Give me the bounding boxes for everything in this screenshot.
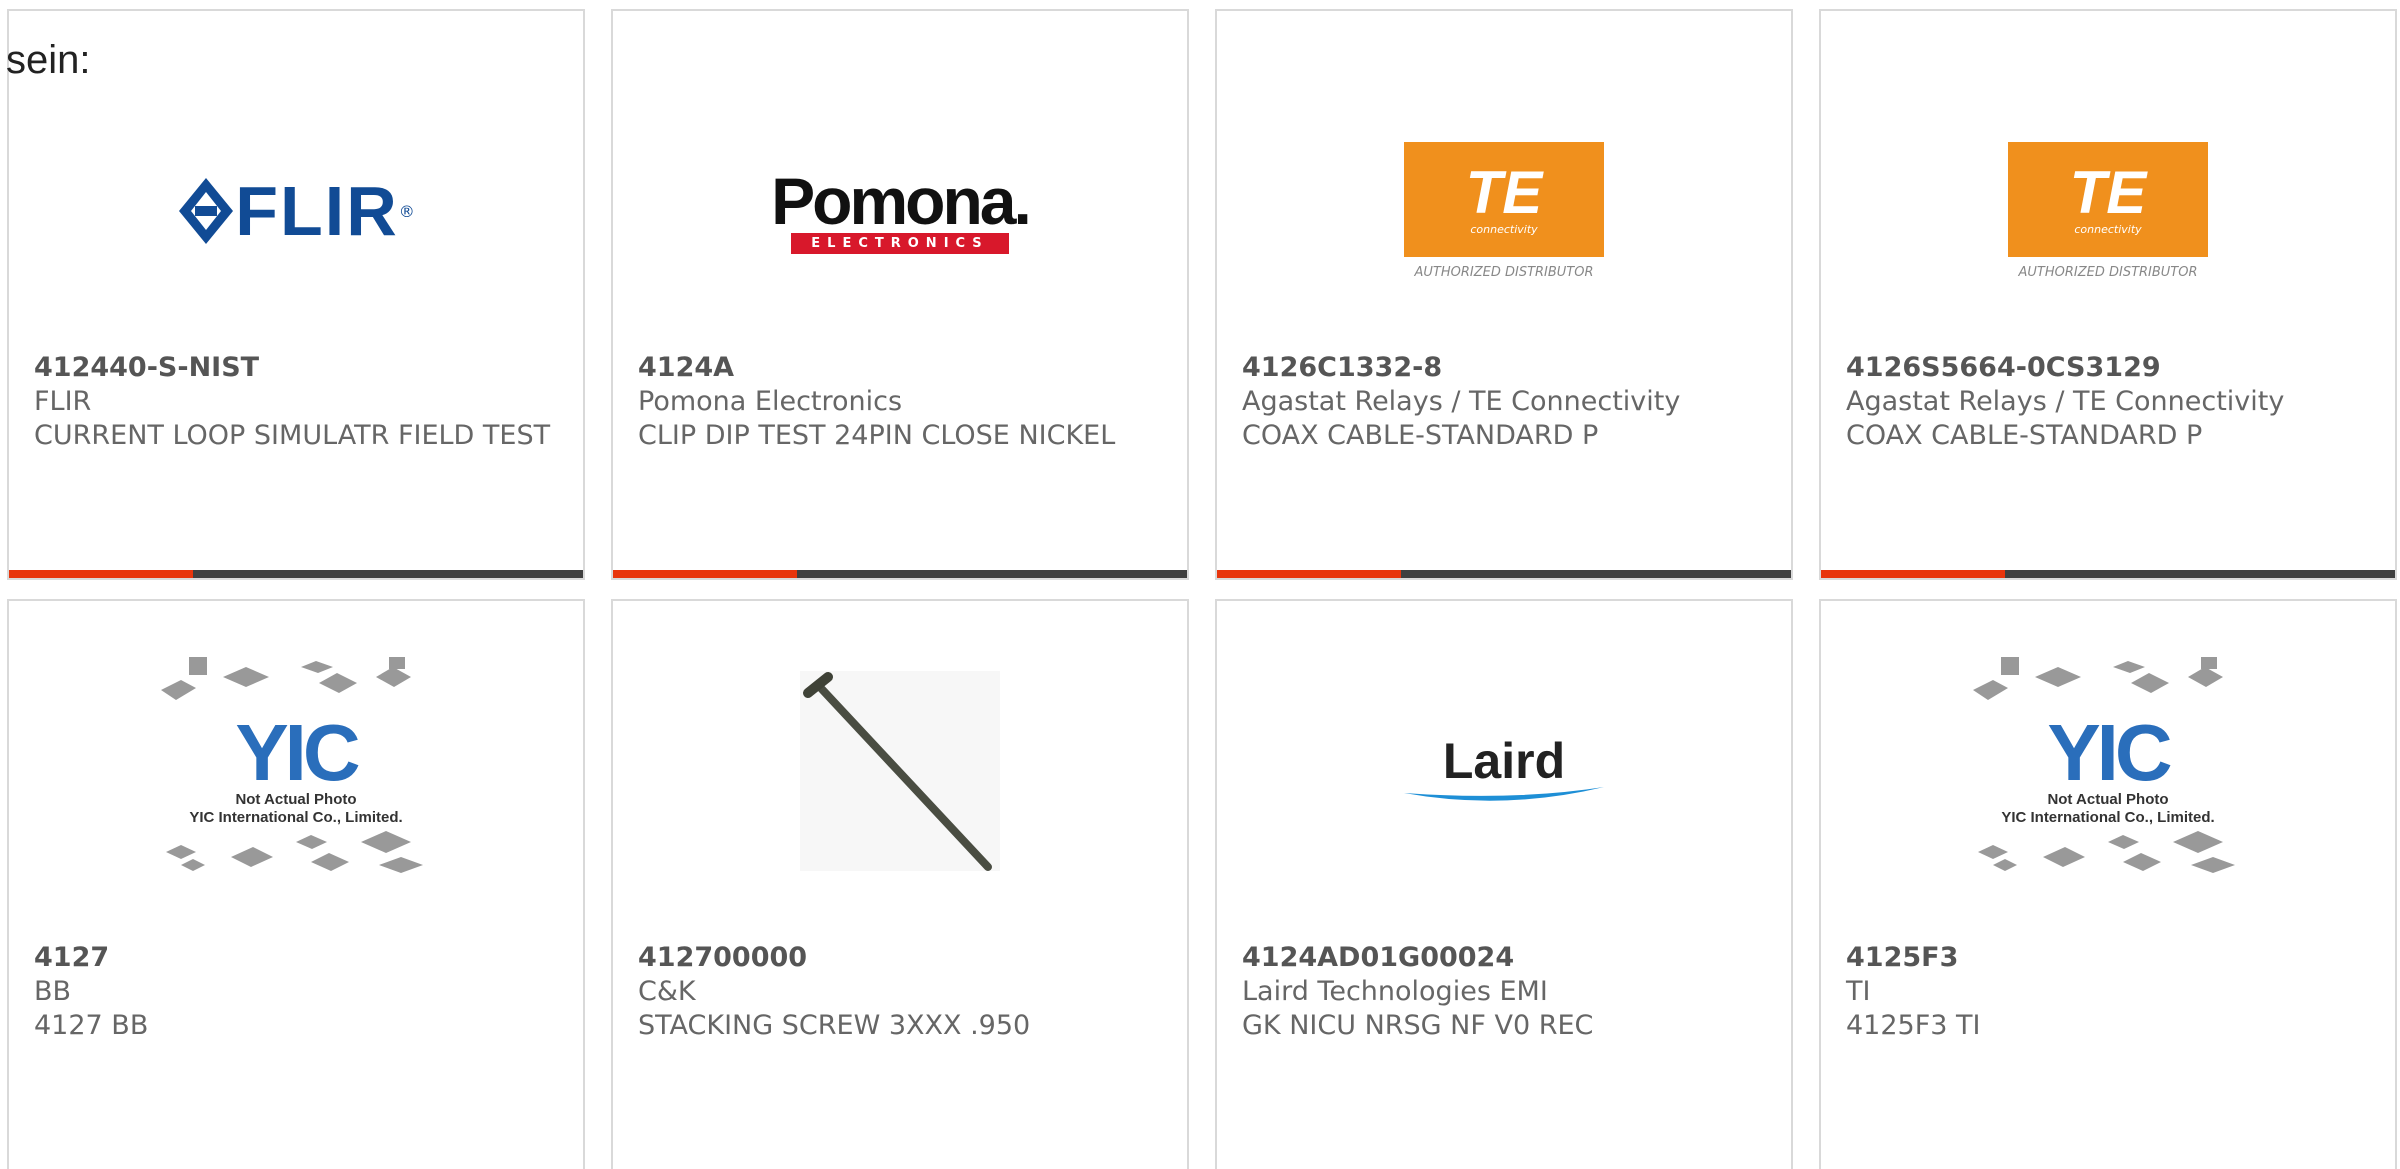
part-number-link[interactable]: 412700000	[638, 941, 1167, 975]
product-image[interactable]: FLIR ®	[9, 11, 583, 381]
description: STACKING SCREW 3XXX .950	[638, 1010, 1031, 1041]
pomona-logo-text: Pomona.	[771, 163, 1032, 238]
manufacturer: FLIR	[34, 386, 92, 417]
laird-logo: Laird	[1404, 733, 1604, 805]
chips-bottom-icon	[166, 831, 423, 873]
manufacturer: Agastat Relays / TE Connectivity	[1846, 386, 2285, 417]
description: COAX CABLE-STANDARD P	[1242, 420, 1599, 451]
card-accent-bar	[9, 570, 583, 578]
te-logo: TE connectivity AUTHORIZED DISTRIBUTOR	[1404, 142, 1604, 280]
te-logo-caption: AUTHORIZED DISTRIBUTOR	[2018, 265, 2198, 280]
flir-diamond-icon	[179, 178, 234, 244]
part-number-link[interactable]: 4126C1332-8	[1242, 351, 1771, 385]
te-logo: TE connectivity AUTHORIZED DISTRIBUTOR	[2008, 142, 2208, 280]
te-logo-subtext: connectivity	[1470, 223, 1538, 236]
description: GK NICU NRSG NF V0 REC	[1242, 1010, 1594, 1041]
product-card[interactable]: FLIR ® 412440-S-NIST FLIR CURRENT LOOP S…	[7, 9, 585, 580]
yic-logo-text: YIC	[235, 708, 360, 797]
product-image[interactable]: TE connectivity AUTHORIZED DISTRIBUTOR	[1217, 11, 1791, 381]
te-logo-text: TE	[2069, 159, 2147, 226]
yic-note-line2: YIC International Co., Limited.	[189, 809, 403, 826]
part-number-link[interactable]: 4125F3	[1846, 941, 2375, 975]
part-number-link[interactable]: 4124AD01G00024	[1242, 941, 1771, 975]
product-image[interactable]: Pomona. ELECTRONICS	[613, 11, 1187, 381]
pomona-logo: Pomona. ELECTRONICS	[771, 163, 1032, 254]
intro-text: sein:	[6, 38, 91, 82]
part-number-link[interactable]: 4127	[34, 941, 563, 975]
description: CLIP DIP TEST 24PIN CLOSE NICKEL	[638, 420, 1116, 451]
product-image[interactable]: YIC Not Actual Photo YIC International C…	[9, 601, 583, 941]
chips-bottom-icon	[1978, 831, 2235, 873]
stacking-screw-photo	[800, 671, 1000, 871]
product-image[interactable]: YIC Not Actual Photo YIC International C…	[1821, 601, 2395, 941]
product-card[interactable]: TE connectivity AUTHORIZED DISTRIBUTOR 4…	[1215, 9, 1793, 580]
product-card[interactable]: 412700000 C&K STACKING SCREW 3XXX .950	[611, 599, 1189, 1169]
chips-top-icon	[161, 657, 411, 700]
part-number-link[interactable]: 4124A	[638, 351, 1167, 385]
flir-logo-text: FLIR	[235, 172, 399, 250]
product-card[interactable]: Pomona. ELECTRONICS 4124A Pomona Electro…	[611, 9, 1189, 580]
description: COAX CABLE-STANDARD P	[1846, 420, 2203, 451]
description: 4127 BB	[34, 1010, 149, 1041]
yic-note-line2: YIC International Co., Limited.	[2001, 809, 2215, 826]
yic-note-line1: Not Actual Photo	[235, 791, 357, 808]
description: CURRENT LOOP SIMULATR FIELD TEST	[34, 420, 551, 451]
product-card[interactable]: YIC Not Actual Photo YIC International C…	[7, 599, 585, 1169]
product-image[interactable]	[613, 601, 1187, 941]
yic-logo-text: YIC	[2047, 708, 2172, 797]
manufacturer: C&K	[638, 976, 696, 1007]
card-accent-bar	[1217, 570, 1791, 578]
manufacturer: TI	[1846, 976, 1871, 1007]
product-image[interactable]: TE connectivity AUTHORIZED DISTRIBUTOR	[1821, 11, 2395, 381]
chips-top-icon	[1973, 657, 2223, 700]
product-card[interactable]: Laird 4124AD01G00024 Laird Technologies …	[1215, 599, 1793, 1169]
product-card[interactable]: YIC Not Actual Photo YIC International C…	[1819, 599, 2397, 1169]
manufacturer: Laird Technologies EMI	[1242, 976, 1548, 1007]
yic-placeholder-image: YIC Not Actual Photo YIC International C…	[161, 655, 431, 887]
registered-mark: ®	[398, 201, 415, 221]
card-accent-bar	[1821, 570, 2395, 578]
manufacturer: Pomona Electronics	[638, 386, 903, 417]
te-logo-text: TE	[1465, 159, 1543, 226]
yic-note-line1: Not Actual Photo	[2047, 791, 2169, 808]
product-image[interactable]: Laird	[1217, 601, 1791, 941]
laird-logo-text: Laird	[1442, 733, 1566, 789]
part-number-link[interactable]: 412440-S-NIST	[34, 351, 563, 385]
te-logo-subtext: connectivity	[2074, 223, 2142, 236]
description: 4125F3 TI	[1846, 1010, 1981, 1041]
flir-logo: FLIR ®	[177, 171, 415, 251]
te-logo-caption: AUTHORIZED DISTRIBUTOR	[1414, 265, 1594, 280]
manufacturer: BB	[34, 976, 72, 1007]
yic-placeholder-image: YIC Not Actual Photo YIC International C…	[1973, 655, 2243, 887]
pomona-logo-subtext: ELECTRONICS	[791, 232, 1009, 254]
part-number-link[interactable]: 4126S5664-0CS3129	[1846, 351, 2375, 385]
laird-swoosh-icon	[1404, 787, 1604, 801]
product-card[interactable]: TE connectivity AUTHORIZED DISTRIBUTOR 4…	[1819, 9, 2397, 580]
card-accent-bar	[613, 570, 1187, 578]
manufacturer: Agastat Relays / TE Connectivity	[1242, 386, 1681, 417]
